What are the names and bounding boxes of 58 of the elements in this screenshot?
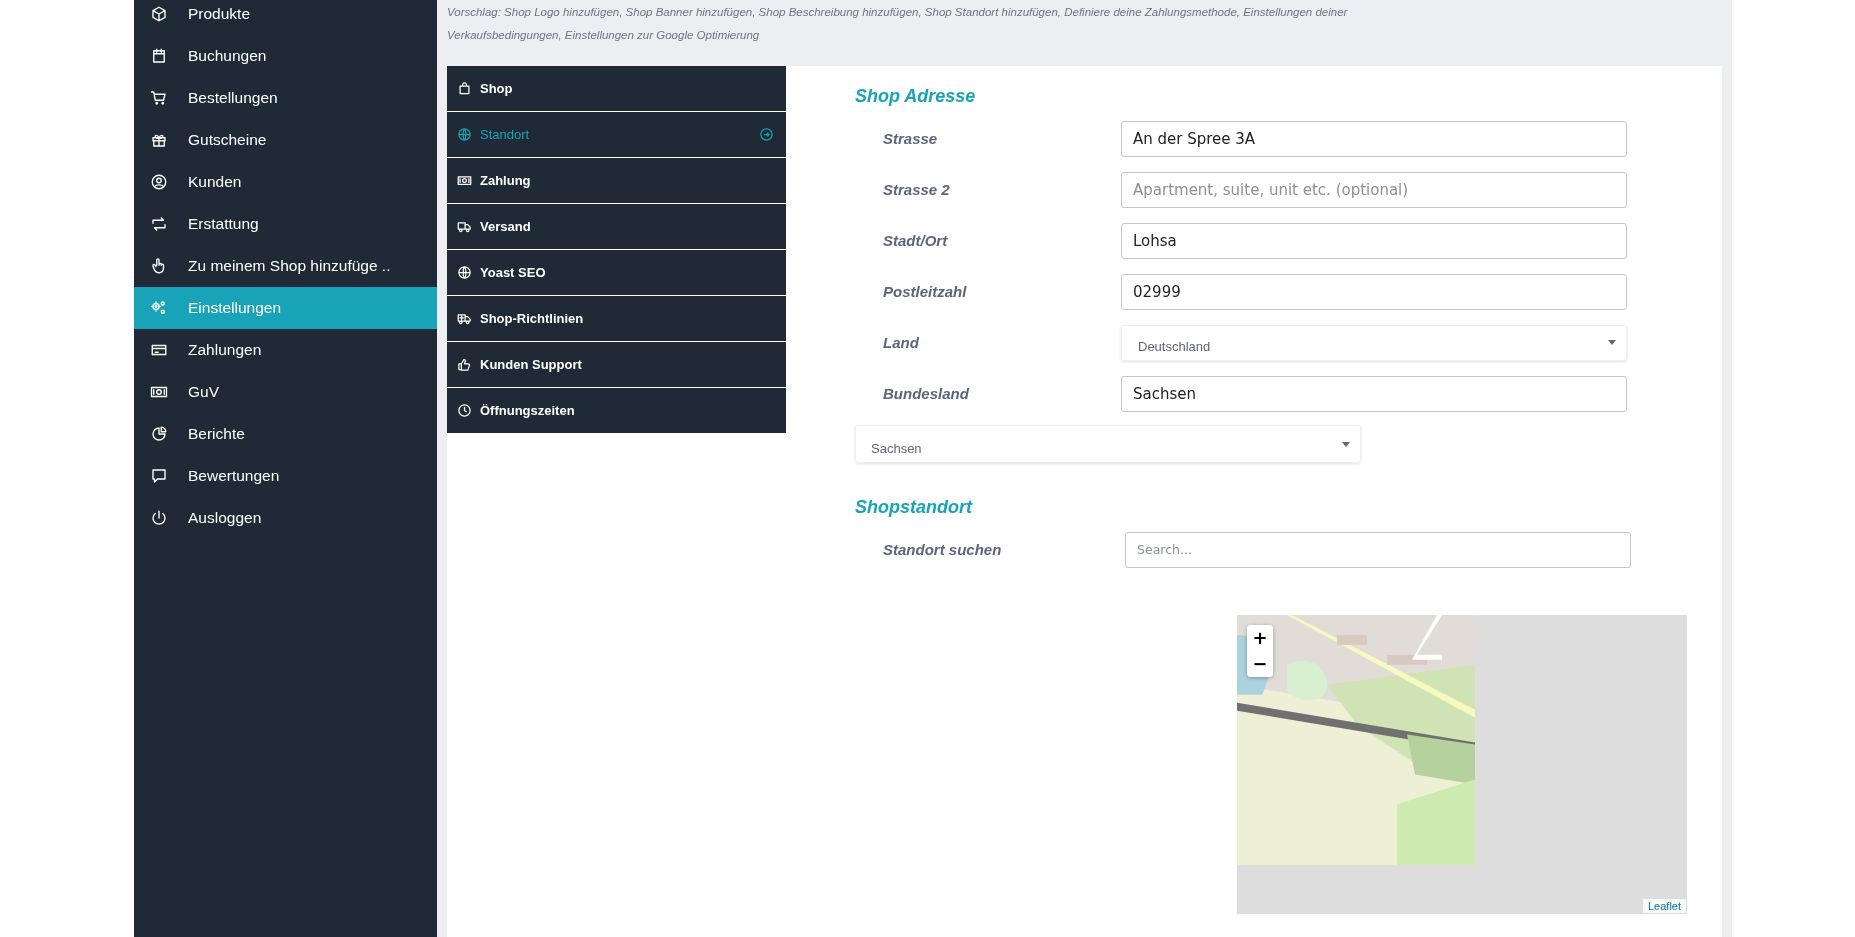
globe-icon	[457, 265, 472, 280]
sidebar-item[interactable]: Produkte	[134, 0, 437, 35]
search-field[interactable]: Search...	[1125, 531, 1631, 568]
sidebar-item[interactable]: GuV	[134, 371, 437, 413]
zoom-in-button[interactable]: +	[1247, 625, 1273, 651]
field-label: Land	[882, 334, 920, 351]
field-label: Bundesland	[882, 385, 970, 402]
settings-menu-item[interactable]: Shop	[447, 66, 786, 112]
field-label: Strasse	[882, 130, 939, 147]
caret-icon	[1342, 441, 1350, 447]
input-field[interactable]: 02999	[1121, 273, 1627, 310]
sidebar-item[interactable]: Zahlungen	[134, 329, 437, 371]
dropdown[interactable]: Sachsen	[855, 425, 1361, 463]
section-heading: Shopstandort	[855, 497, 974, 518]
suggestion-text: Vorschlag: Shop Logo hinzufügen, Shop Banner hinzufügen, Shop Beschreibung hinzufügen, Shop Standort hinzufügen, Definiere deine Zahlungsmethode, Einstellungen deiner Verkaufsbedingungen, Einstellungen zur Google Optimierung	[447, 5, 1349, 43]
box-icon	[150, 5, 168, 23]
field-label: Strasse 2	[882, 181, 951, 198]
settings-menu-item[interactable]: Standort	[447, 112, 786, 158]
sidebar-item[interactable]: Erstattung	[134, 203, 437, 245]
sidebar-item[interactable]: Bewertungen	[134, 455, 437, 497]
settings-menu-item[interactable]: Kunden Support	[447, 342, 786, 388]
zoom-out-button[interactable]: −	[1247, 651, 1273, 677]
truck-icon	[457, 219, 472, 234]
settings-menu-item[interactable]: Shop-Richtlinien	[447, 296, 786, 342]
sidebar-item[interactable]: Bestellungen	[134, 77, 437, 119]
calendar-icon	[150, 47, 168, 65]
sidebar-item[interactable]: Buchungen	[134, 35, 437, 77]
sidebar-item[interactable]: Berichte	[134, 413, 437, 455]
field-label: Stadt/Ort	[882, 232, 949, 249]
sidebar-item[interactable]: Gutscheine	[134, 119, 437, 161]
dropdown[interactable]: Deutschland	[1121, 324, 1627, 361]
section-heading: Shop Adresse	[855, 86, 977, 107]
sidebar-item[interactable]: Ausloggen	[134, 497, 437, 539]
attribution-link[interactable]: Leaflet	[1642, 899, 1686, 913]
speech-bubble-icon	[150, 467, 168, 485]
input-field[interactable]: An der Spree 3A	[1121, 120, 1627, 157]
sidebar-item[interactable]: Kunden	[134, 161, 437, 203]
banknote-icon	[457, 173, 472, 188]
power-icon	[150, 509, 168, 527]
bag-icon	[457, 81, 472, 96]
truck-icon	[457, 311, 472, 326]
settings-menu-item[interactable]: Yoast SEO	[447, 250, 786, 296]
input-field[interactable]: Lohsa	[1121, 222, 1627, 259]
input-field[interactable]: Sachsen	[1121, 375, 1627, 412]
sidebar-item[interactable]: Zu meinem Shop hinzufüge ..	[134, 245, 437, 287]
globe-icon	[457, 127, 472, 142]
repeat-icon	[150, 215, 168, 233]
caret-icon	[1608, 340, 1616, 345]
field-label: Standort suchen	[882, 541, 1003, 558]
settings-menu-item[interactable]: Öffnungszeiten	[447, 388, 786, 434]
cart-icon	[150, 89, 168, 107]
settings-menu-item[interactable]: Zahlung	[447, 158, 786, 204]
field-label: Postleitzahl	[882, 283, 968, 300]
input-field[interactable]: Apartment, suite, unit etc. (optional)	[1121, 171, 1627, 208]
settings-menu-item[interactable]: Versand	[447, 204, 786, 250]
pie-chart-icon	[150, 425, 168, 443]
thumbs-up-icon	[457, 357, 472, 372]
clock-icon	[457, 403, 472, 418]
